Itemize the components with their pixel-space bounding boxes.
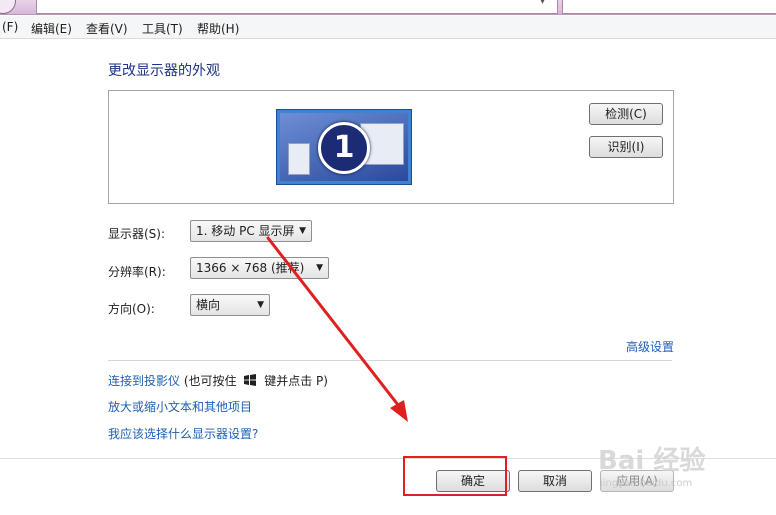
annotation-arrow bbox=[266, 236, 408, 422]
watermark: Bai 经验 bbox=[598, 446, 706, 476]
watermark-sub: jingyan.baidu.com bbox=[600, 478, 693, 489]
